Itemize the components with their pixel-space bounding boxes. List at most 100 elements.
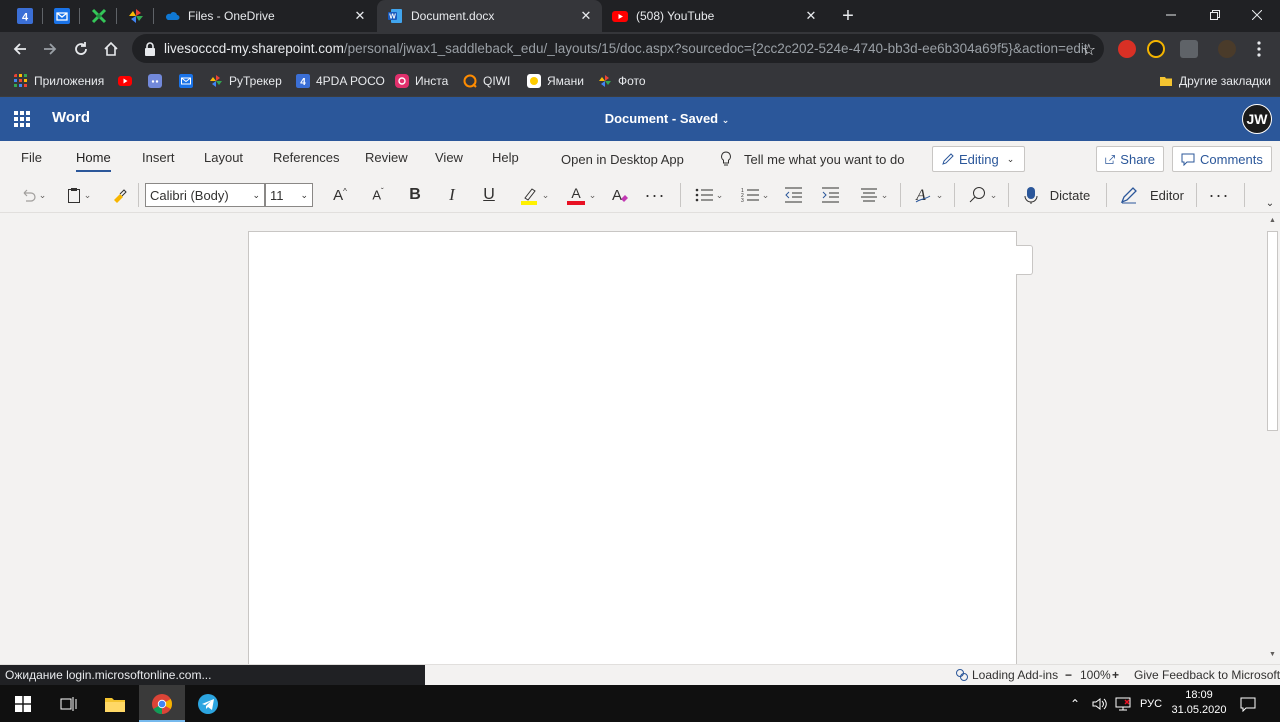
bookmark-mail[interactable]	[179, 71, 199, 91]
pinned-tab-xbox-game[interactable]	[80, 0, 117, 32]
close-icon[interactable]: ✕	[803, 8, 819, 24]
zoom-out-button[interactable]: −	[1065, 668, 1072, 682]
tab-youtube[interactable]: (508) YouTube ✕	[602, 0, 827, 32]
grow-font-button[interactable]: A^	[328, 183, 352, 207]
zoom-level[interactable]: 100%	[1080, 668, 1111, 682]
comment-pane-tab[interactable]	[1016, 245, 1033, 275]
tab-review[interactable]: Review	[365, 150, 408, 165]
paragraph-align-button[interactable]: ⌄	[856, 183, 892, 207]
bookmark-star-icon[interactable]: ☆	[1082, 40, 1096, 60]
bookmark-apps[interactable]: Приложения	[14, 71, 104, 91]
tab-home[interactable]: Home	[76, 150, 111, 172]
format-painter-button[interactable]	[108, 183, 130, 207]
chrome-taskbar-button[interactable]	[139, 685, 185, 722]
bookmark-rutracker[interactable]: РуТрекер	[209, 71, 282, 91]
avatar[interactable]: JW	[1242, 104, 1272, 134]
adblock-extension-icon[interactable]	[1118, 40, 1136, 58]
back-button[interactable]	[8, 37, 32, 61]
clipboard-button[interactable]: ⌄	[62, 183, 96, 207]
editor-button[interactable]: Editor	[1118, 183, 1186, 207]
start-button[interactable]	[0, 685, 46, 722]
undo-button[interactable]: ⌄	[16, 183, 50, 207]
comments-button[interactable]: Comments	[1172, 146, 1272, 172]
file-explorer-button[interactable]	[92, 685, 138, 722]
zoom-in-button[interactable]: +	[1112, 668, 1119, 682]
pinned-tab-pinwheel[interactable]	[117, 0, 154, 32]
bookmark-youtube[interactable]	[118, 71, 138, 91]
new-tab-button[interactable]: +	[838, 6, 858, 26]
styles-button[interactable]: A ⌄	[910, 183, 946, 207]
pinned-tab-4pda[interactable]: 4	[6, 0, 43, 32]
bold-button[interactable]: B	[404, 183, 426, 207]
profile-avatar-icon[interactable]	[1218, 40, 1236, 58]
bookmark-qiwi[interactable]: QIWI	[463, 71, 510, 91]
more-font-options-button[interactable]: ···	[644, 183, 666, 207]
dictate-button[interactable]: Dictate	[1020, 183, 1094, 207]
scroll-down-icon[interactable]: ▼	[1268, 651, 1277, 658]
bookmark-yamani[interactable]: Ямани	[527, 71, 584, 91]
bookmark-instagram[interactable]: Инста	[395, 71, 448, 91]
editing-mode-button[interactable]: Editing ⌄	[932, 146, 1025, 172]
show-hidden-icons[interactable]: ⌃	[1070, 685, 1080, 722]
tab-onedrive[interactable]: Files - OneDrive ✕	[154, 0, 376, 32]
telegram-button[interactable]	[185, 685, 231, 722]
tab-references[interactable]: References	[273, 150, 339, 165]
feedback-link[interactable]: Give Feedback to Microsoft	[1134, 668, 1280, 682]
font-color-button[interactable]: A ⌄	[562, 183, 600, 207]
scroll-up-icon[interactable]: ▲	[1268, 217, 1277, 224]
4pda-icon: 4	[16, 8, 33, 24]
network-button[interactable]	[1115, 685, 1131, 722]
minimize-button[interactable]	[1148, 0, 1194, 30]
tab-document[interactable]: W Document.docx ✕	[377, 0, 602, 32]
extension-badge-icon[interactable]	[1180, 40, 1198, 58]
close-icon[interactable]: ✕	[352, 8, 368, 24]
share-button[interactable]: Share	[1096, 146, 1164, 172]
bookmark-4pda[interactable]: 4 4PDA РОСО	[296, 71, 385, 91]
address-bar[interactable]: livesocccd-my.sharepoint.com/personal/jw…	[132, 34, 1104, 63]
vertical-scrollbar[interactable]: ▲ ▼	[1265, 213, 1280, 664]
decrease-indent-button[interactable]	[782, 183, 804, 207]
dictate-label: Dictate	[1049, 187, 1091, 203]
system-clock[interactable]: 18:09 31.05.2020	[1168, 688, 1230, 718]
tab-file[interactable]: File	[21, 150, 42, 165]
open-in-desktop-button[interactable]: Open in Desktop App	[561, 152, 684, 167]
tab-layout[interactable]: Layout	[204, 150, 243, 165]
document-title[interactable]: Document - Saved ⌄	[0, 111, 1280, 126]
italic-button[interactable]: I	[441, 183, 463, 207]
underline-button[interactable]: U	[478, 183, 500, 207]
collapse-ribbon-button[interactable]: ⌄	[1262, 191, 1278, 215]
highlight-button[interactable]: ⌄	[515, 183, 553, 207]
shrink-font-button[interactable]: Aˇ	[366, 183, 390, 207]
home-button[interactable]	[99, 37, 123, 61]
input-language[interactable]: РУС	[1140, 685, 1162, 722]
action-center-button[interactable]	[1240, 685, 1256, 722]
clear-formatting-button[interactable]: A	[608, 183, 630, 207]
numbering-button[interactable]: 1 2 3 ⌄	[736, 183, 774, 207]
tell-me-search[interactable]: Tell me what you want to do	[720, 151, 904, 167]
bullets-button[interactable]: ⌄	[690, 183, 728, 207]
scrollbar-thumb[interactable]	[1267, 231, 1278, 431]
tab-insert[interactable]: Insert	[142, 150, 175, 165]
bookmark-discord[interactable]	[148, 71, 168, 91]
increase-indent-button[interactable]	[819, 183, 841, 207]
document-page[interactable]	[248, 231, 1017, 664]
more-options-button[interactable]: ···	[1208, 183, 1230, 207]
volume-button[interactable]	[1092, 685, 1108, 722]
tab-view[interactable]: View	[435, 150, 463, 165]
more-vertical-icon[interactable]	[1257, 41, 1261, 57]
forward-button[interactable]	[38, 37, 62, 61]
pinned-tab-mail[interactable]	[43, 0, 80, 32]
close-window-button[interactable]	[1234, 0, 1280, 30]
task-view-button[interactable]	[46, 685, 92, 722]
bookmark-photo[interactable]: Фото	[598, 71, 646, 91]
loading-addins-status[interactable]: Loading Add-ins	[955, 668, 1058, 682]
font-size-select[interactable]: 11 ⌄	[265, 183, 313, 207]
restore-button[interactable]	[1192, 0, 1238, 30]
other-bookmarks[interactable]: Другие закладки	[1159, 71, 1271, 91]
close-icon[interactable]: ✕	[578, 8, 594, 24]
reload-button[interactable]	[69, 37, 93, 61]
find-button[interactable]: ⌄	[964, 183, 1002, 207]
coin-extension-icon[interactable]	[1147, 40, 1165, 58]
tab-help[interactable]: Help	[492, 150, 519, 165]
font-name-select[interactable]: Calibri (Body) ⌄	[145, 183, 265, 207]
